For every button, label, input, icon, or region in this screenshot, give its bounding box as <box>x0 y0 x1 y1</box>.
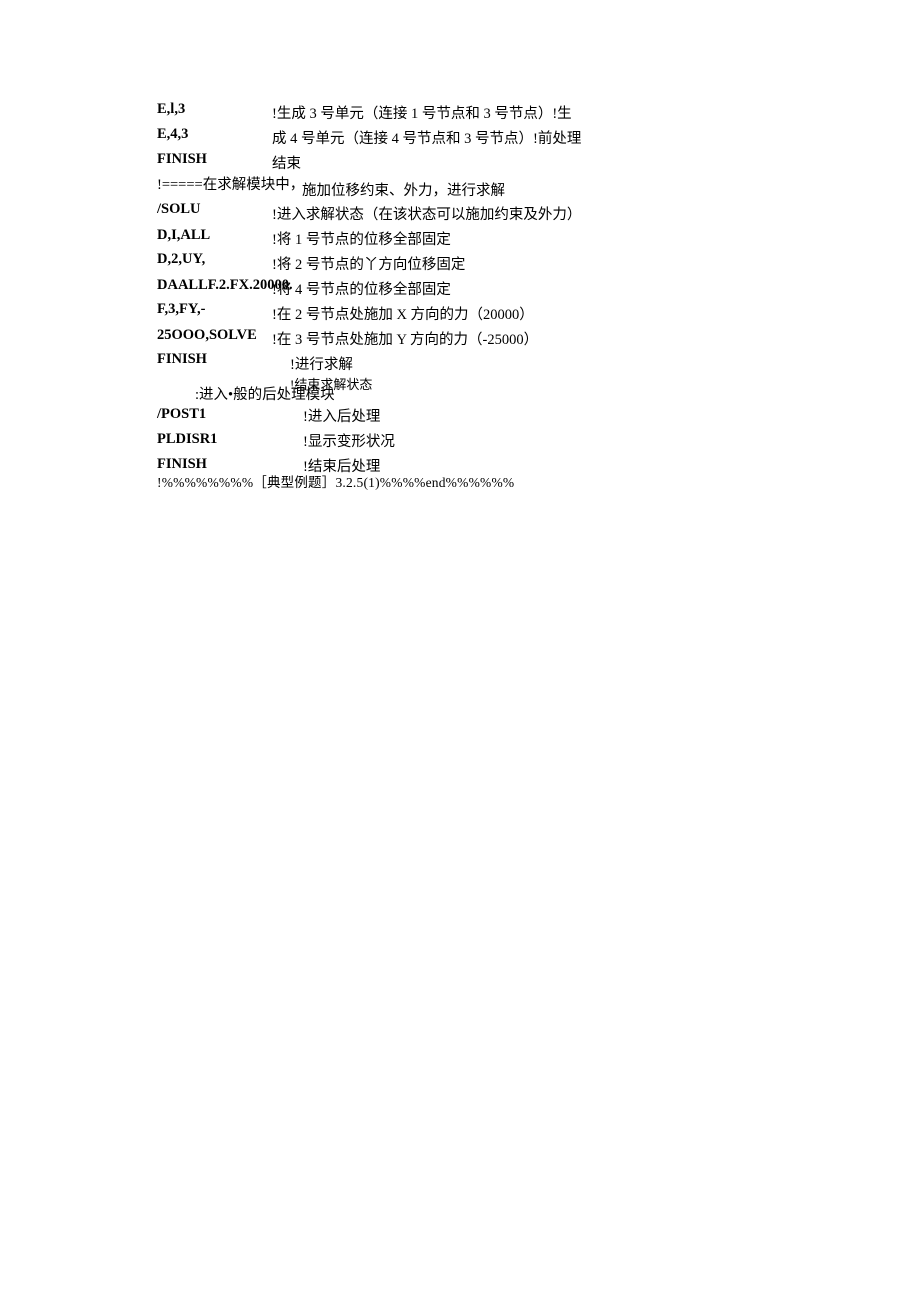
code-line: D,2,UY, <box>157 252 205 267</box>
comment-line: !进行求解 <box>290 358 353 373</box>
comment-line: 施加位移约束、外力，进行求解 <box>302 184 505 199</box>
comment-line: !将 4 号节点的位移全部固定 <box>272 283 451 298</box>
comment-line: !在 2 号节点处施加 X 方向的力（20000） <box>272 308 534 323</box>
code-line: D,I,ALL <box>157 228 210 243</box>
code-line: !=====在求解模块中， <box>157 178 304 193</box>
code-line: E,4,3 <box>157 127 188 142</box>
section-label: :进入•般的后处理模块 <box>195 388 335 403</box>
comment-line: !进入后处理 <box>303 410 380 425</box>
code-line: PLDISR1 <box>157 432 217 447</box>
code-line: F,3,FY,- <box>157 302 205 317</box>
comment-line: !生成 3 号单元（连接 1 号节点和 3 号节点）!生 <box>272 107 572 122</box>
comment-line: !将 1 号节点的位移全部固定 <box>272 233 451 248</box>
comment-line: 成 4 号单元（连接 4 号节点和 3 号节点）!前处理 <box>272 132 581 147</box>
code-line: 25OOO,SOLVE <box>157 328 257 343</box>
code-line: /POST1 <box>157 407 206 422</box>
comment-line: !在 3 号节点处施加 Y 方向的力（-25000） <box>272 333 538 348</box>
comment-line: !显示变形状况 <box>303 435 395 450</box>
code-line: FINISH <box>157 352 207 367</box>
comment-line: !结束后处理 <box>303 460 380 475</box>
code-line: E,l,3 <box>157 102 185 117</box>
document-page: E,l,3 E,4,3 FINISH !=====在求解模块中， /SOLU D… <box>0 0 920 1301</box>
comment-line: 结束 <box>272 157 301 172</box>
comment-line: !将 2 号节点的丫方向位移固定 <box>272 258 465 273</box>
code-line: FINISH <box>157 457 207 472</box>
code-line: /SOLU <box>157 202 201 217</box>
comment-line: !进入求解状态（在该状态可以施加约束及外力） <box>272 208 581 223</box>
code-line: FINISH <box>157 152 207 167</box>
footer-line: !%%%%%%%%［典型例题］3.2.5(1)%%%%end%%%%%% <box>157 476 514 490</box>
